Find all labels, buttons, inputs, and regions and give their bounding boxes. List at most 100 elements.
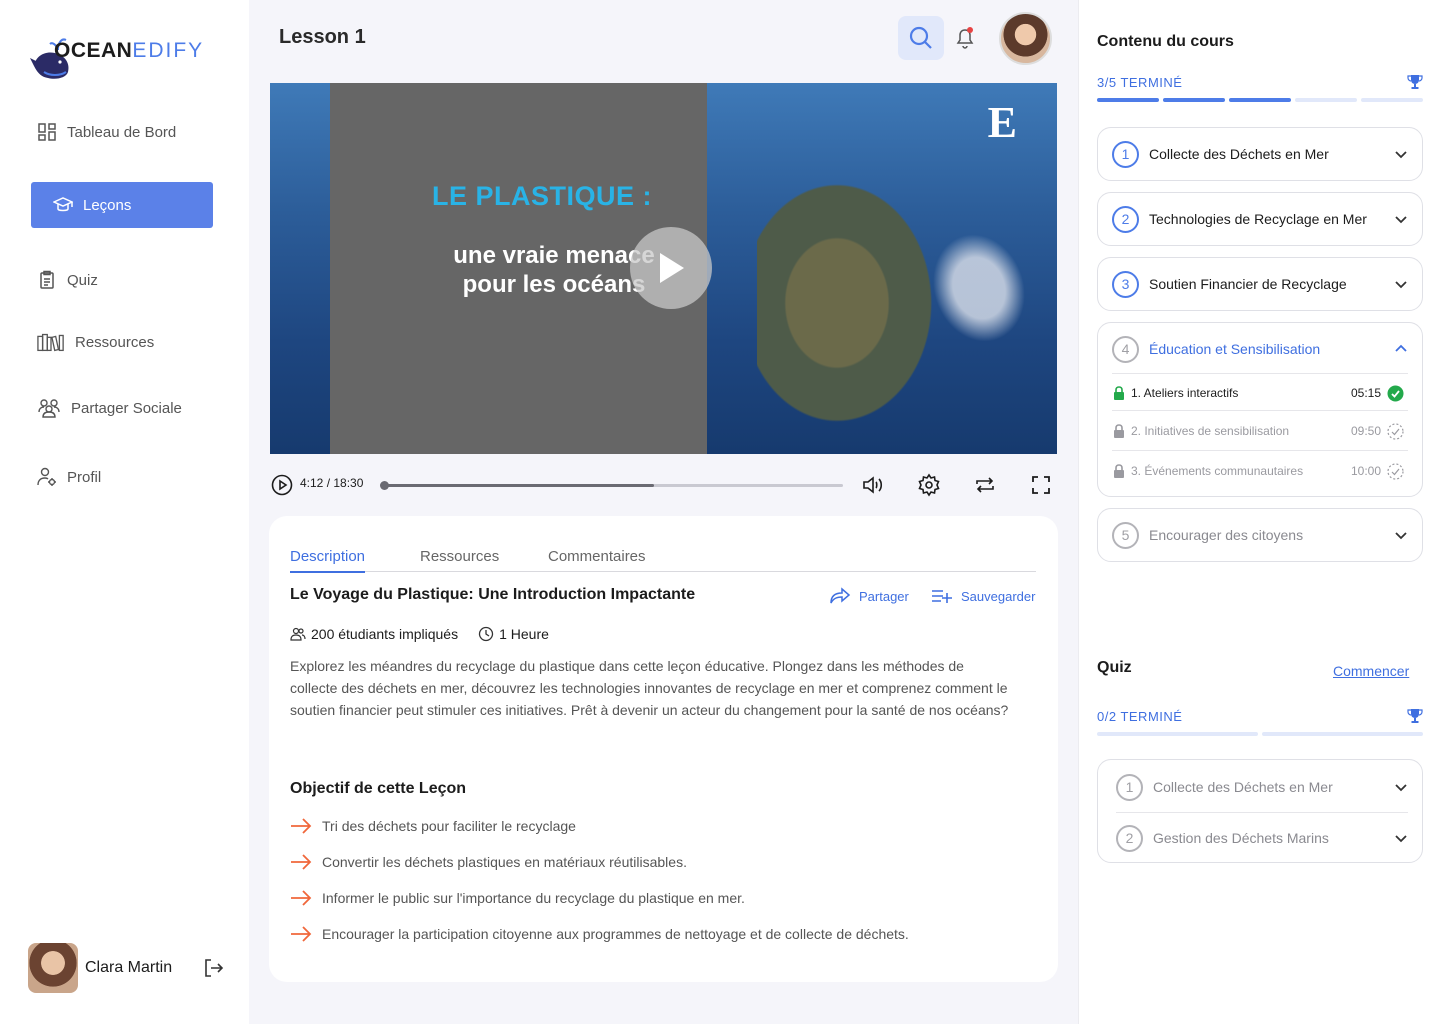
module-5[interactable]: 5 Encourager des citoyens xyxy=(1097,508,1423,562)
logout-icon[interactable] xyxy=(202,957,224,979)
lesson-item[interactable]: 1. Ateliers interactifs 05:15 xyxy=(1112,383,1404,403)
chevron-down-icon[interactable] xyxy=(1394,277,1408,291)
lesson-meta: 200 étudiants impliqués 1 Heure xyxy=(290,626,549,642)
nav-profile[interactable]: Profil xyxy=(31,454,213,500)
clock-icon xyxy=(478,626,494,642)
nav-quiz[interactable]: Quiz xyxy=(31,257,213,303)
module-header: 2 Technologies de Recyclage en Mer xyxy=(1112,205,1408,233)
quiz-title: Quiz xyxy=(1097,659,1132,676)
lesson-item[interactable]: 2. Initiatives de sensibilisation 09:50 xyxy=(1112,421,1404,441)
video-player[interactable]: E LE PLASTIQUE : une vraie menace pour l… xyxy=(270,83,1057,454)
quiz-list: 1 Collecte des Déchets en Mer 2 Gestion … xyxy=(1097,759,1423,863)
nav-label: Quiz xyxy=(67,271,98,289)
lock-icon xyxy=(1114,464,1124,478)
save-label: Sauvegarder xyxy=(961,588,1036,604)
students-count: 200 étudiants impliqués xyxy=(311,626,459,642)
course-content-title: Contenu du cours xyxy=(1097,33,1234,50)
lesson-name: 1. Ateliers interactifs xyxy=(1131,386,1239,400)
quiz-start-link[interactable]: Commencer xyxy=(1333,663,1409,679)
quiz-label: Collecte des Déchets en Mer xyxy=(1153,779,1333,795)
divider xyxy=(1112,373,1408,374)
graduation-cap-icon xyxy=(53,197,73,212)
objective-text: Informer le public sur l'importance du r… xyxy=(322,890,745,906)
progress-segment xyxy=(1163,98,1225,102)
tab-description[interactable]: Description xyxy=(290,548,366,573)
clipboard-icon xyxy=(40,270,54,289)
repeat-icon[interactable] xyxy=(973,473,997,497)
lesson-duration: 1 Heure xyxy=(499,626,549,642)
user-name: Clara Martin xyxy=(85,959,173,976)
progress-segment xyxy=(1295,98,1357,102)
avatar[interactable] xyxy=(28,943,78,993)
course-progress-segments xyxy=(1097,98,1423,102)
nav-social-share[interactable]: Partager Sociale xyxy=(31,385,213,431)
chevron-up-icon[interactable] xyxy=(1394,342,1408,356)
lock-open-icon xyxy=(1114,386,1124,400)
nav-resources[interactable]: Ressources xyxy=(31,319,213,365)
module-1[interactable]: 1 Collecte des Déchets en Mer xyxy=(1097,127,1423,181)
module-4[interactable]: 4 Éducation et Sensibilisation 1. Atelie… xyxy=(1097,322,1423,497)
tab-comments[interactable]: Commentaires xyxy=(548,548,646,571)
chevron-down-icon[interactable] xyxy=(1394,831,1408,845)
students-icon xyxy=(290,627,306,641)
arrow-right-icon xyxy=(291,926,312,942)
objectives-title: Objectif de cette Leçon xyxy=(290,780,467,797)
nav-dashboard[interactable]: Tableau de Bord xyxy=(31,109,213,155)
user-avatar[interactable] xyxy=(999,12,1052,65)
play-circle-icon[interactable] xyxy=(270,473,294,497)
module-2[interactable]: 2 Technologies de Recyclage en Mer xyxy=(1097,192,1423,246)
chevron-down-icon[interactable] xyxy=(1394,780,1408,794)
volume-icon[interactable] xyxy=(861,473,885,497)
progress-segment xyxy=(1097,98,1159,102)
divider xyxy=(1112,450,1408,451)
chevron-down-icon[interactable] xyxy=(1394,528,1408,542)
module-number: 3 xyxy=(1112,270,1139,298)
module-number: 4 xyxy=(1112,335,1139,363)
course-progress-label: 3/5 TERMINÉ xyxy=(1097,75,1183,90)
search-button[interactable] xyxy=(898,16,944,60)
chevron-down-icon[interactable] xyxy=(1394,212,1408,226)
nav-lessons[interactable]: Leçons xyxy=(31,182,213,228)
module-3[interactable]: 3 Soutien Financier de Recyclage xyxy=(1097,257,1423,311)
notification-bell-icon[interactable] xyxy=(954,26,976,50)
lesson-duration: 09:50 xyxy=(1350,424,1381,438)
module-label: Collecte des Déchets en Mer xyxy=(1149,146,1329,162)
search-icon xyxy=(909,26,932,49)
sidebar: OCEANEDIFY Tableau de Bord Leçons Quiz R… xyxy=(0,0,249,1024)
quiz-item[interactable]: 2 Gestion des Déchets Marins xyxy=(1116,824,1408,852)
trophy-icon xyxy=(1407,75,1423,89)
play-icon xyxy=(660,253,684,283)
tab-resources[interactable]: Ressources xyxy=(420,548,499,571)
logo-text: OCEANEDIFY xyxy=(54,39,205,62)
video-progress-bar[interactable] xyxy=(380,481,843,490)
objective-item: Encourager la participation citoyenne au… xyxy=(290,926,909,942)
chevron-down-icon[interactable] xyxy=(1394,147,1408,161)
dashboard-icon xyxy=(38,123,56,141)
fullscreen-icon[interactable] xyxy=(1029,473,1053,497)
nav-label: Ressources xyxy=(75,333,155,351)
quiz-item[interactable]: 1 Collecte des Déchets en Mer xyxy=(1116,773,1408,801)
module-label: Éducation et Sensibilisation xyxy=(1149,341,1321,357)
video-progress-knob[interactable] xyxy=(380,481,389,490)
save-button[interactable]: Sauvegarder xyxy=(931,587,1035,605)
module-header: 4 Éducation et Sensibilisation xyxy=(1112,335,1408,363)
video-controls: 4:12 / 18:30 xyxy=(270,470,1057,500)
logo[interactable]: OCEANEDIFY xyxy=(30,30,202,86)
lock-icon xyxy=(1114,424,1124,438)
quiz-number: 1 xyxy=(1116,773,1143,801)
lesson-item[interactable]: 3. Événements communautaires 10:00 xyxy=(1112,461,1404,481)
module-number: 1 xyxy=(1112,140,1139,168)
progress-segment xyxy=(1262,732,1423,736)
trophy-icon xyxy=(1407,709,1423,723)
share-button[interactable]: Partager xyxy=(829,587,909,605)
lesson-duration: 05:15 xyxy=(1350,386,1381,400)
play-button[interactable] xyxy=(630,227,712,309)
settings-gear-icon[interactable] xyxy=(917,473,941,497)
add-to-list-icon xyxy=(932,590,952,603)
lesson-details-card: Description Ressources Commentaires Le V… xyxy=(269,516,1058,982)
arrow-right-icon xyxy=(291,890,312,906)
video-brand-mark: E xyxy=(987,98,1017,147)
video-time: 4:12 / 18:30 xyxy=(300,476,364,490)
module-number: 5 xyxy=(1112,521,1139,549)
arrow-right-icon xyxy=(291,818,312,834)
